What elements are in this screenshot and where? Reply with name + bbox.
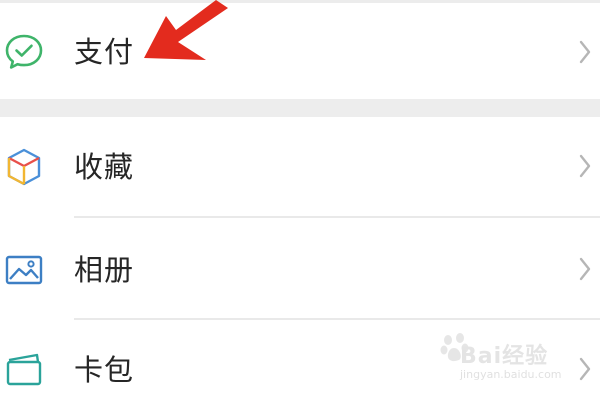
menu-item-album[interactable]: 相册 <box>0 218 600 318</box>
watermark-url: jingyan.baidu.com <box>460 368 562 381</box>
menu-item-label: 支付 <box>74 35 135 69</box>
chevron-right-icon <box>575 37 595 67</box>
menu-item-pay[interactable]: 支付 <box>0 3 600 103</box>
album-picture-icon <box>2 248 46 292</box>
menu-item-label: 相册 <box>74 253 135 287</box>
menu-item-favorites[interactable]: 收藏 <box>0 117 600 217</box>
chevron-right-icon <box>575 151 595 181</box>
baidu-jingyan-watermark: Bai经验 jingyan.baidu.com <box>440 330 590 390</box>
watermark-brand: Bai经验 <box>460 344 549 369</box>
menu-item-label: 收藏 <box>74 150 135 184</box>
card-wallet-icon <box>2 348 46 392</box>
favorites-cube-icon <box>2 145 46 189</box>
menu-item-label: 卡包 <box>74 353 135 387</box>
chevron-right-icon <box>575 254 595 284</box>
section-separator <box>0 99 600 117</box>
me-page-menu: 支付 收藏 相册 卡包 Bai经验 jingyan.baidu.com <box>0 0 600 420</box>
wechat-pay-icon <box>2 30 46 74</box>
